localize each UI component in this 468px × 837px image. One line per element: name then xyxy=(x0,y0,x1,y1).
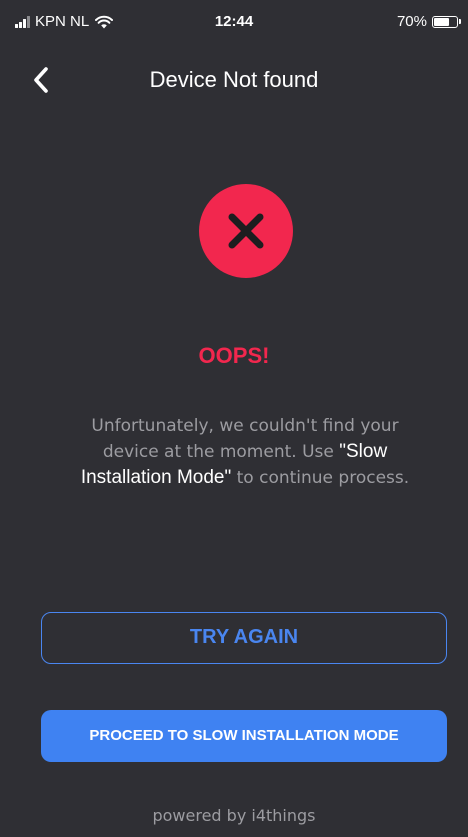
message-text-end: to continue process. xyxy=(231,468,410,488)
battery-percent: 70% xyxy=(396,13,427,30)
error-message: Unfortunately, we couldn't find your dev… xyxy=(65,413,425,491)
footer-powered-by: powered by i4things xyxy=(152,806,316,825)
try-again-button[interactable]: TRY AGAIN xyxy=(41,612,447,664)
error-badge xyxy=(199,184,293,278)
status-right: 70% xyxy=(396,13,461,30)
battery-fill xyxy=(434,17,450,26)
status-bar: KPN NL 12:44 70% xyxy=(0,0,468,44)
close-icon xyxy=(228,213,264,249)
navigation-bar: Device Not found xyxy=(0,55,468,105)
battery-icon xyxy=(432,15,461,28)
page-title: Device Not found xyxy=(149,67,319,92)
proceed-slow-installation-button[interactable]: PROCEED TO SLOW INSTALLATION MODE xyxy=(41,710,447,762)
error-heading: OOPS! xyxy=(198,343,270,368)
